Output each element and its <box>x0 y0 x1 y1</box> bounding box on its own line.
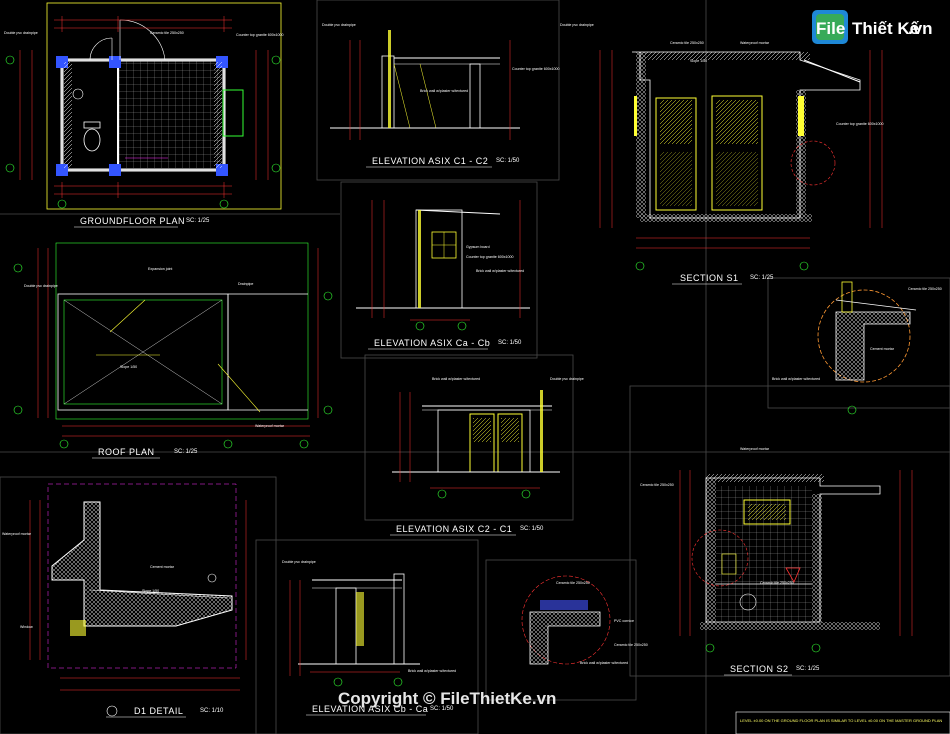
section-s1: Double pvc drainpipe Ceramic tile 250x25… <box>560 23 884 285</box>
section-s1-title: SECTION S1 <box>680 273 739 283</box>
groundfloor-note-countertop: Counter top granite 600x1000 <box>236 33 284 37</box>
elevation-cacb-scale: SC: 1/50 <box>498 340 522 346</box>
detail-callout-bottom: Ceramic tile 250x250 PVC cornice Ceramic… <box>521 575 648 665</box>
roof-plan-scale: SC: 1/25 <box>174 449 198 455</box>
section-s2-title: SECTION S2 <box>730 664 789 674</box>
section-s2-note-tile: Ceramic tile 250x250 <box>640 483 674 487</box>
groundfloor-plan-title: GROUNDFLOOR PLAN <box>80 216 185 226</box>
d1-detail: Waterproof mortar Cement mortar Slope 1/… <box>2 483 247 718</box>
detail-note-brick: Brick wall w/plaster w/textured <box>772 377 820 381</box>
section-s1-scale: SC: 1/25 <box>750 275 774 281</box>
elev-c2c1-note-downspout: Double pvc drainpipe <box>550 377 584 381</box>
section-s2: Waterproof mortar Ceramic tile 250x250 C… <box>640 447 913 676</box>
detail-b-note-pvc: PVC cornice <box>614 619 634 623</box>
copyright-watermark: Copyright © FileThietKe.vn <box>338 689 556 708</box>
d1-detail-scale: SC: 1/10 <box>200 708 224 714</box>
elev-c1c2-note-counter: Counter top granite 600x1000 <box>512 67 560 71</box>
footer-note: LEVEL ±0.00 ON THE GROUND FLOOR PLAN IS … <box>740 718 942 723</box>
section-s2-note-waterproof: Waterproof mortar <box>740 447 770 451</box>
elevation-cacb-title: ELEVATION ASIX Ca - Cb <box>374 338 490 348</box>
d1-note-slope: Slope 1/50 <box>142 589 159 593</box>
footer-note-box: LEVEL ±0.00 ON THE GROUND FLOOR PLAN IS … <box>735 711 950 734</box>
elevation-c2c1-title: ELEVATION ASIX C2 - C1 <box>396 524 512 534</box>
roof-note-slope: Slope 1/50 <box>120 365 137 369</box>
d1-note-waterproof: Waterproof mortar <box>2 532 32 536</box>
elev-cacb-note-gypsum: Gypsum board <box>466 245 490 249</box>
section-s2-scale: SC: 1/25 <box>796 666 820 672</box>
logo-text-file: File <box>816 19 845 38</box>
section-s1-note-counter: Counter top granite 600x1000 <box>836 122 884 126</box>
detail-note-cement: Cement mortar <box>870 347 895 351</box>
elevation-ca-cb: Gypsum board Counter top granite 600x100… <box>356 200 530 350</box>
groundfloor-plan-scale: SC: 1/25 <box>186 218 210 224</box>
groundfloor-note-drainpipe: Double pvc drainpipe <box>4 31 38 35</box>
cad-drawing-sheet: Double pvc drainpipe Counter top granite… <box>0 0 950 734</box>
section-s1-note-slope: Slope 1/50 <box>690 59 707 63</box>
elevation-c1-c2: Double pvc drainpipe Brick wall w/plaste… <box>322 23 560 168</box>
roof-note-downspout: Double pvc drainpipe <box>24 284 58 288</box>
roof-note-waterproof: Waterproof mortar <box>255 424 285 428</box>
roof-plan-title: ROOF PLAN <box>98 447 155 457</box>
elevation-c2c1-scale: SC: 1/50 <box>520 526 544 532</box>
elev-c1c2-note-brick: Brick wall w/plaster w/textured <box>420 89 468 93</box>
groundfloor-note-tile: Ceramic tile 250x250 <box>150 31 184 35</box>
roof-plan: Expansion joint Drainpipe Slope 1/50 Dou… <box>13 242 333 459</box>
detail-callout-right: Cement mortar Brick wall w/plaster w/tex… <box>772 281 942 415</box>
elev-cbca-note-downspout: Double pvc drainpipe <box>282 560 316 564</box>
detail-b-note-brick: Brick wall w/plaster w/textured <box>580 661 628 665</box>
elevation-c1c2-scale: SC: 1/50 <box>496 158 520 164</box>
d1-note-cement: Cement mortar <box>150 565 175 569</box>
section-s1-note-downspout: Double pvc drainpipe <box>560 23 594 27</box>
section-s2-note-tile2: Ceramic tile 250x250 <box>760 581 794 585</box>
cad-canvas: Double pvc drainpipe Counter top granite… <box>0 0 950 734</box>
elev-c1c2-note-downspout: Double pvc drainpipe <box>322 23 356 27</box>
roof-note-expansion: Expansion joint <box>148 267 172 271</box>
groundfloor-plan: Double pvc drainpipe Counter top granite… <box>4 2 284 228</box>
elev-c2c1-note-brick: Brick wall w/plaster w/textured <box>432 377 480 381</box>
roof-note-drainpipe: Drainpipe <box>238 282 253 286</box>
d1-detail-title: D1 DETAIL <box>134 706 183 716</box>
section-s1-note-waterproof: Waterproof mortar <box>740 41 770 45</box>
logo-text-vn: .vn <box>908 19 933 38</box>
elev-cbca-note-brick: Brick wall w/plaster w/textured <box>408 669 456 673</box>
detail-note-tile: Ceramic tile 250x250 <box>908 287 942 291</box>
detail-b-note-tile2: Ceramic tile 250x250 <box>614 643 648 647</box>
elevation-c1c2-title: ELEVATION ASIX C1 - C2 <box>372 156 488 166</box>
elev-cacb-note-counter: Counter top granite 600x1000 <box>466 255 514 259</box>
site-logo: File Thiết Kế .vn <box>812 10 933 44</box>
detail-b-note-tile: Ceramic tile 250x250 <box>556 581 590 585</box>
d1-note-window: Window <box>20 625 33 629</box>
section-s1-note-tile: Ceramic tile 250x250 <box>670 41 704 45</box>
elevation-c2-c1: Brick wall w/plaster w/textured Double p… <box>390 377 584 536</box>
elev-cacb-note-brick: Brick wall w/plaster w/textured <box>476 269 524 273</box>
